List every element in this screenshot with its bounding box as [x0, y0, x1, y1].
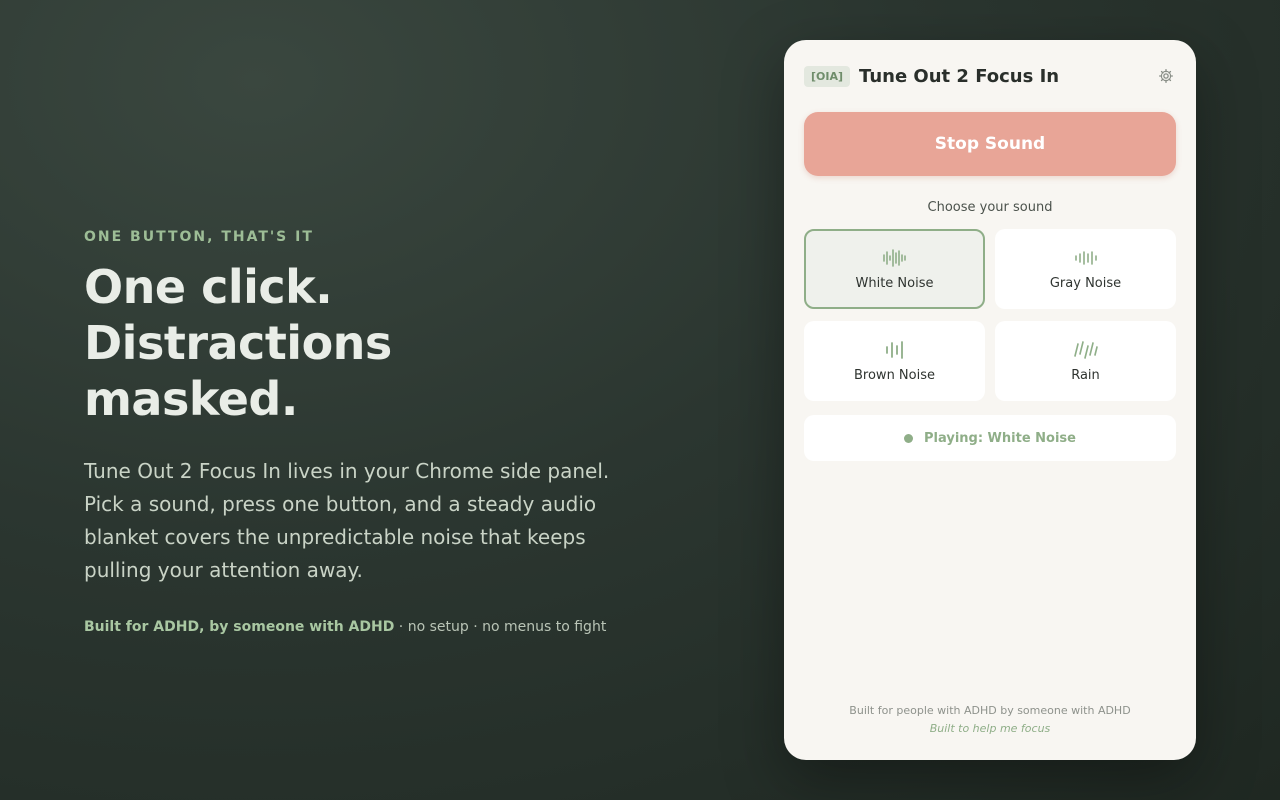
sound-label: Gray Noise: [1049, 275, 1122, 291]
sound-label: Rain: [1071, 367, 1100, 383]
playback-status: Playing: White Noise: [804, 415, 1176, 461]
sound-option-white-noise[interactable]: White Noise: [804, 229, 985, 309]
side-panel: [OIA] Tune Out 2 Focus In Stop Sound Cho…: [784, 40, 1196, 760]
hero-section: ONE BUTTON, THAT'S IT One click. Distrac…: [84, 229, 644, 635]
hero-tagline: Built for ADHD, by someone with ADHD · n…: [84, 619, 644, 635]
footer-subtitle: Built to help me focus: [929, 722, 1051, 735]
app-title: Tune Out 2 Focus In: [859, 65, 1060, 87]
waveform-medium-icon: [1074, 250, 1097, 265]
sound-option-gray-noise[interactable]: Gray Noise: [995, 229, 1176, 309]
sound-grid: White Noise Gray Noise Brown Noise Rain: [804, 229, 1176, 401]
panel-header: [OIA] Tune Out 2 Focus In: [804, 64, 1176, 88]
panel-footer: Built for people with ADHD by someone wi…: [784, 704, 1196, 735]
tagline-rest: · no setup · no menus to fight: [394, 619, 607, 635]
sound-label: Brown Noise: [854, 367, 935, 383]
tagline-strong: Built for ADHD, by someone with ADHD: [84, 619, 395, 635]
hero-headline: One click. Distractions masked.: [84, 259, 644, 427]
status-text: Playing: White Noise: [923, 430, 1076, 446]
status-dot: [903, 433, 913, 443]
stop-sound-button[interactable]: Stop Sound: [804, 112, 1176, 176]
waveform-dense-icon: [882, 248, 906, 267]
headline-line-1: One click. Distractions: [84, 260, 392, 370]
hero-description: Tune Out 2 Focus In lives in your Chrome…: [84, 459, 610, 582]
rain-icon: [1073, 340, 1098, 359]
gear-icon[interactable]: [1156, 66, 1176, 86]
app-badge: [OIA]: [804, 65, 851, 87]
hero-eyebrow: ONE BUTTON, THAT'S IT: [84, 229, 314, 245]
choose-sound-label: Choose your sound: [927, 200, 1053, 215]
sound-option-brown-noise[interactable]: Brown Noise: [804, 321, 985, 401]
headline-line-2: masked.: [84, 372, 298, 426]
waveform-sparse-icon: [885, 340, 903, 359]
footer-credit: Built for people with ADHD by someone wi…: [849, 704, 1131, 717]
sound-label: White Noise: [855, 275, 934, 291]
sound-option-rain[interactable]: Rain: [995, 321, 1176, 401]
